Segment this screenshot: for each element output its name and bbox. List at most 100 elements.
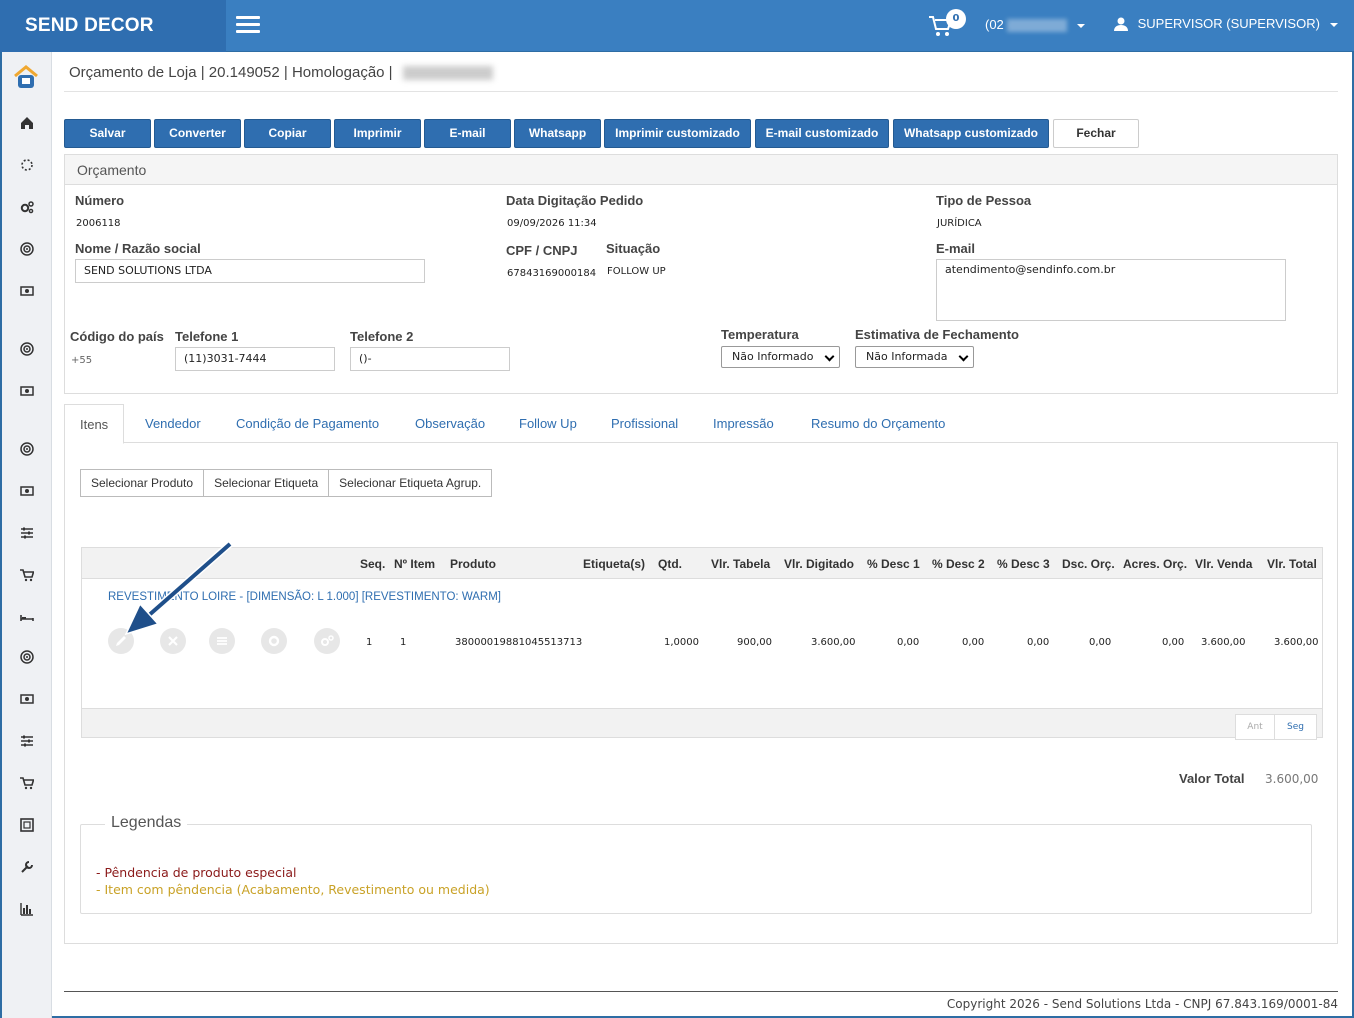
phone2-field[interactable]: ()- [350, 347, 510, 371]
footer-divider [64, 991, 1338, 992]
target-icon[interactable] [18, 340, 36, 358]
sidebar [2, 52, 52, 1018]
col-vlr-venda: Vlr. Venda [1195, 557, 1253, 571]
col-vlr-total: Vlr. Total [1267, 557, 1317, 571]
chevron-down-icon [824, 351, 835, 362]
target-icon[interactable] [18, 240, 36, 258]
select-grouped-label-button[interactable]: Selecionar Etiqueta Agrup. [328, 469, 493, 497]
email-custom-button[interactable]: E-mail customizado [755, 119, 889, 148]
cell-desc1: 0,00 [897, 637, 920, 648]
legend-item: - Item com pêndencia (Acabamento, Revest… [96, 882, 490, 897]
tab-resumo[interactable]: Resumo do Orçamento [811, 404, 945, 443]
redacted-text [402, 66, 493, 81]
top-navbar: SEND DECOR 0 (02 SUPERVISOR (SUPERVISOR) [0, 0, 1354, 52]
hamburger-menu-icon[interactable] [236, 16, 260, 34]
legend-item: - Pêndencia de produto especial [96, 865, 297, 880]
tab-itens[interactable]: Itens [64, 404, 125, 444]
target-icon[interactable] [18, 440, 36, 458]
target-icon[interactable] [18, 648, 36, 666]
money-icon[interactable] [18, 690, 36, 708]
cell-desc3: 0,00 [1027, 637, 1050, 648]
save-button[interactable]: Salvar [64, 119, 151, 148]
phone1-field[interactable]: (11)3031-7444 [175, 347, 335, 371]
money-icon[interactable] [18, 382, 36, 400]
col-vlr-tabela: Vlr. Tabela [711, 557, 771, 571]
frame-icon[interactable] [18, 816, 36, 834]
cell-seq: 1 [366, 637, 373, 648]
close-button[interactable]: Fechar [1053, 119, 1139, 148]
col-desc2: % Desc 2 [932, 557, 985, 571]
bar-chart-icon[interactable] [18, 900, 36, 918]
col-desc3: % Desc 3 [997, 557, 1050, 571]
list-icon[interactable] [209, 628, 235, 654]
country-code-label: Código do país [70, 329, 164, 344]
col-acres-orc: Acres. Orç. [1123, 557, 1188, 571]
print-custom-button[interactable]: Imprimir customizado [604, 119, 751, 148]
product-description-link[interactable]: REVESTIMENTO LOIRE - [DIMENSÃO: L 1.000]… [108, 591, 501, 603]
money-icon[interactable] [18, 482, 36, 500]
footer-copyright: Copyright 2026 - Send Solutions Ltda - C… [946, 997, 1338, 1011]
col-etiquetas: Etiqueta(s) [583, 557, 646, 571]
closing-estimate-select[interactable]: Não Informada [855, 346, 974, 368]
gears-icon[interactable] [314, 628, 340, 654]
temperature-select[interactable]: Não Informado [721, 346, 840, 368]
home-icon[interactable] [18, 114, 36, 132]
whatsapp-button[interactable]: Whatsapp [514, 119, 601, 148]
tab-condicao-pagamento[interactable]: Condição de Pagamento [236, 404, 379, 443]
cell-vlr-digitado: 3.600,00 [811, 637, 856, 648]
pager-prev-button[interactable]: Ant [1235, 714, 1275, 740]
brand-logo[interactable]: SEND DECOR [0, 0, 226, 52]
pager-next-button[interactable]: Seg [1274, 714, 1317, 740]
status-value: FOLLOW UP [607, 266, 666, 277]
store-name-redacted [1007, 19, 1068, 33]
cart-icon[interactable] [18, 774, 36, 792]
cell-qtd: 1,0000 [664, 637, 699, 648]
sliders-icon[interactable] [18, 732, 36, 750]
print-button[interactable]: Imprimir [334, 119, 421, 148]
whatsapp-custom-button[interactable]: Whatsapp customizado [893, 119, 1049, 148]
person-type-value: JURÍDICA [937, 218, 982, 229]
cell-item: 1 [400, 637, 407, 648]
delete-icon[interactable] [160, 628, 186, 654]
tab-observacao[interactable]: Observação [415, 404, 485, 443]
tab-follow-up[interactable]: Follow Up [519, 404, 577, 443]
person-type-label: Tipo de Pessoa [936, 193, 1032, 208]
copy-button[interactable]: Copiar [244, 119, 331, 148]
wrench-icon[interactable] [18, 858, 36, 876]
edit-icon[interactable] [108, 628, 134, 654]
app-logo-icon[interactable] [12, 64, 40, 92]
cnpj-label: CPF / CNPJ [506, 243, 578, 258]
tab-profissional[interactable]: Profissional [611, 404, 678, 443]
money-icon[interactable] [18, 282, 36, 300]
country-code-value: +55 [71, 355, 93, 366]
closing-estimate-label: Estimativa de Fechamento [855, 327, 1019, 342]
gears-icon[interactable] [18, 198, 36, 216]
col-vlr-digitado: Vlr. Digitado [784, 557, 855, 571]
convert-button[interactable]: Converter [154, 119, 241, 148]
page-title: Orçamento de Loja | 20.149052 | Homologa… [69, 64, 493, 81]
bed-icon[interactable] [18, 608, 36, 626]
select-product-button[interactable]: Selecionar Produto [80, 469, 205, 497]
sliders-icon[interactable] [18, 524, 36, 542]
email-field[interactable]: atendimento@sendinfo.com.br [936, 259, 1286, 321]
settings-icon[interactable] [261, 628, 287, 654]
panel-title: Orçamento [65, 155, 1337, 185]
tab-impressao[interactable]: Impressão [713, 404, 774, 443]
legend-title: Legendas [105, 814, 188, 832]
cart-icon[interactable] [18, 566, 36, 584]
temperature-label: Temperatura [721, 327, 799, 342]
legend-box: Legendas - Pêndencia de produto especial… [80, 814, 1312, 914]
store-selector[interactable]: (02 [985, 17, 1086, 33]
col-dsc-orc: Dsc. Orç. [1062, 557, 1115, 571]
cell-vlr-tabela: 900,00 [737, 637, 772, 648]
table-footer: Ant Seg [82, 708, 1322, 740]
email-button[interactable]: E-mail [424, 119, 511, 148]
col-qtd: Qtd. [658, 557, 682, 571]
spinner-icon[interactable] [18, 156, 36, 174]
tab-vendedor[interactable]: Vendedor [145, 404, 201, 443]
name-field[interactable]: SEND SOLUTIONS LTDA [75, 259, 425, 283]
date-label: Data Digitação Pedido [506, 193, 644, 208]
select-label-button[interactable]: Selecionar Etiqueta [203, 469, 330, 497]
closing-estimate-value: Não Informada [866, 350, 948, 363]
user-menu[interactable]: SUPERVISOR (SUPERVISOR) [1114, 16, 1338, 31]
